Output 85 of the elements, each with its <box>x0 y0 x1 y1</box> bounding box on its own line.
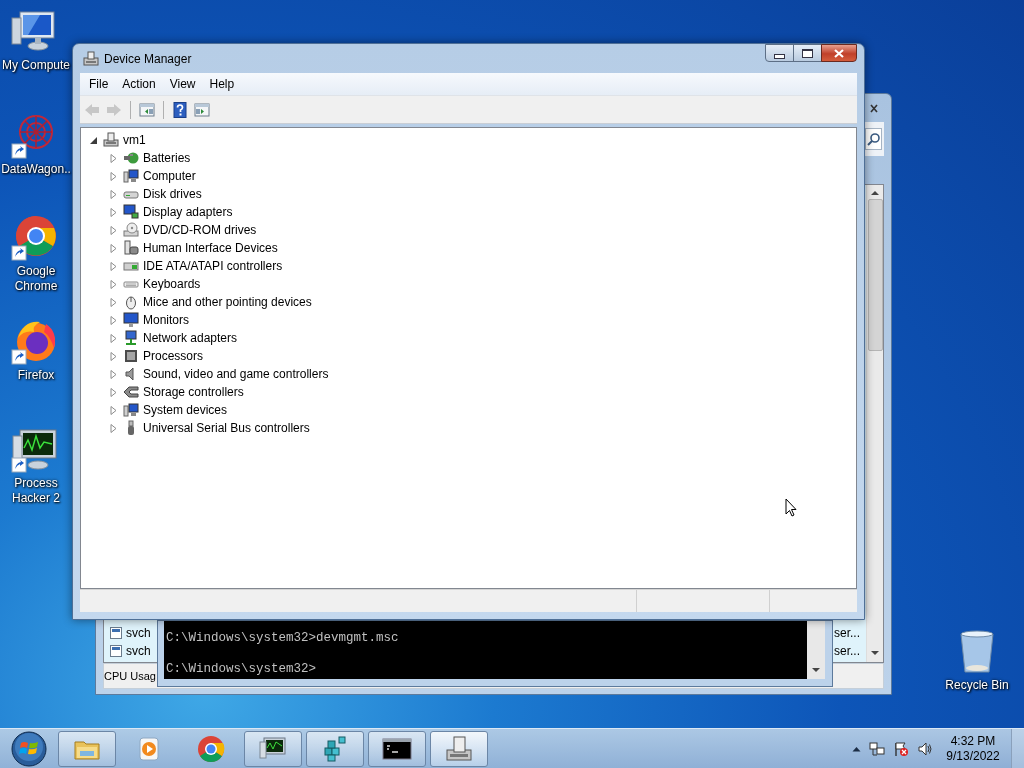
start-button[interactable] <box>10 729 48 768</box>
show-hidden-icon[interactable] <box>852 745 861 752</box>
show-desktop-button[interactable] <box>1011 728 1024 768</box>
chip-icon <box>123 348 139 364</box>
icon-label[interactable]: DataWagon.. <box>1 162 71 177</box>
expand-icon[interactable] <box>109 297 118 307</box>
close-icon[interactable] <box>870 103 878 113</box>
tree-item[interactable]: Processors <box>142 349 205 363</box>
expand-icon[interactable] <box>109 279 118 289</box>
window-title: Device Manager <box>104 51 192 66</box>
list-cell-text: ser... <box>834 626 861 640</box>
icon-label[interactable]: Firefox <box>17 368 55 383</box>
tree-item[interactable]: Batteries <box>142 151 192 165</box>
taskbar-button[interactable] <box>368 730 426 767</box>
tree-item[interactable]: IDE ATA/ATAPI controllers <box>142 259 284 273</box>
mouse-pointer-icon <box>785 498 797 517</box>
flag-icon[interactable] <box>893 740 909 757</box>
network-icon[interactable] <box>869 740 885 757</box>
storage-controller-icon <box>123 384 139 400</box>
expand-icon[interactable] <box>109 423 118 433</box>
tree-item[interactable]: DVD/CD-ROM drives <box>142 223 258 237</box>
close-button[interactable] <box>821 44 857 62</box>
tree-item[interactable]: Sound, video and game controllers <box>142 367 330 381</box>
clock[interactable]: 4:32 PM 9/13/2022 <box>941 733 1005 764</box>
tree-item[interactable]: Storage controllers <box>142 385 245 399</box>
tree-item[interactable]: Keyboards <box>142 277 202 291</box>
icon-label[interactable]: Google Chrome <box>1 264 71 294</box>
tree-item[interactable]: Mice and other pointing devices <box>142 295 313 309</box>
process-icon <box>110 627 122 639</box>
menu-item[interactable]: Action <box>115 77 163 91</box>
expand-icon[interactable] <box>109 243 118 253</box>
network-adapter-icon <box>123 330 139 346</box>
process-icon <box>110 645 122 657</box>
maximize-button[interactable] <box>793 44 822 62</box>
device-manager-icon[interactable] <box>444 733 474 764</box>
collapse-icon[interactable] <box>89 135 98 145</box>
expand-icon[interactable] <box>109 387 118 397</box>
expand-icon[interactable] <box>109 333 118 343</box>
menu-item[interactable]: File <box>82 77 116 91</box>
tree-item[interactable]: Human Interface Devices <box>142 241 279 255</box>
tree-item[interactable]: Universal Serial Bus controllers <box>142 421 311 435</box>
expand-icon[interactable] <box>109 207 118 217</box>
tree-item[interactable]: System devices <box>142 403 229 417</box>
monitor-icon <box>123 204 139 220</box>
minimize-button[interactable] <box>765 44 794 62</box>
expand-icon[interactable] <box>109 369 118 379</box>
device-manager-icon <box>83 50 99 67</box>
icon-label[interactable]: My Compute <box>2 58 70 73</box>
menu-item[interactable]: Help <box>202 77 242 91</box>
monitor-icon <box>123 312 139 328</box>
tree-item[interactable]: Disk drives <box>142 187 203 201</box>
icon-label[interactable]: Process Hacker 2 <box>1 476 71 506</box>
list-cell-text: ser... <box>834 644 861 658</box>
expand-icon[interactable] <box>109 261 118 271</box>
expand-icon[interactable] <box>109 315 118 325</box>
disc-drive-icon <box>123 222 139 238</box>
tree-item[interactable]: vm1 <box>122 133 147 147</box>
tree-item[interactable]: Display adapters <box>142 205 234 219</box>
search-icon[interactable] <box>866 132 881 146</box>
list-cell: svch <box>126 626 151 640</box>
tree-item[interactable]: Computer <box>142 169 197 183</box>
menu-item[interactable]: View <box>162 77 203 91</box>
icon-label[interactable]: Recycle Bin <box>945 678 1009 693</box>
mouse-icon <box>123 294 139 310</box>
volume-icon[interactable] <box>917 740 933 757</box>
tree-item[interactable]: Monitors <box>142 313 190 327</box>
console-line: C:\Windows\system32> <box>166 662 318 677</box>
help-icon[interactable] <box>172 101 188 118</box>
expand-icon[interactable] <box>109 225 118 235</box>
expand-icon[interactable] <box>109 405 118 415</box>
pane-icon[interactable] <box>139 101 155 118</box>
input-device-icon <box>123 240 139 256</box>
tree-item[interactable]: Network adapters <box>142 331 239 345</box>
battery-icon <box>123 150 139 166</box>
expand-icon[interactable] <box>109 189 118 199</box>
search-field[interactable] <box>865 128 882 150</box>
list-cell: svch <box>126 644 151 658</box>
taskbar-button[interactable] <box>244 730 302 767</box>
console-line: C:\Windows\system32>devmgmt.msc <box>166 631 400 646</box>
pane-icon[interactable] <box>194 101 210 118</box>
expand-icon[interactable] <box>109 351 118 361</box>
status-text: CPU Usag <box>104 670 156 682</box>
browser-icon[interactable] <box>196 733 226 764</box>
expand-icon[interactable] <box>109 153 118 163</box>
expand-icon[interactable] <box>109 171 118 181</box>
